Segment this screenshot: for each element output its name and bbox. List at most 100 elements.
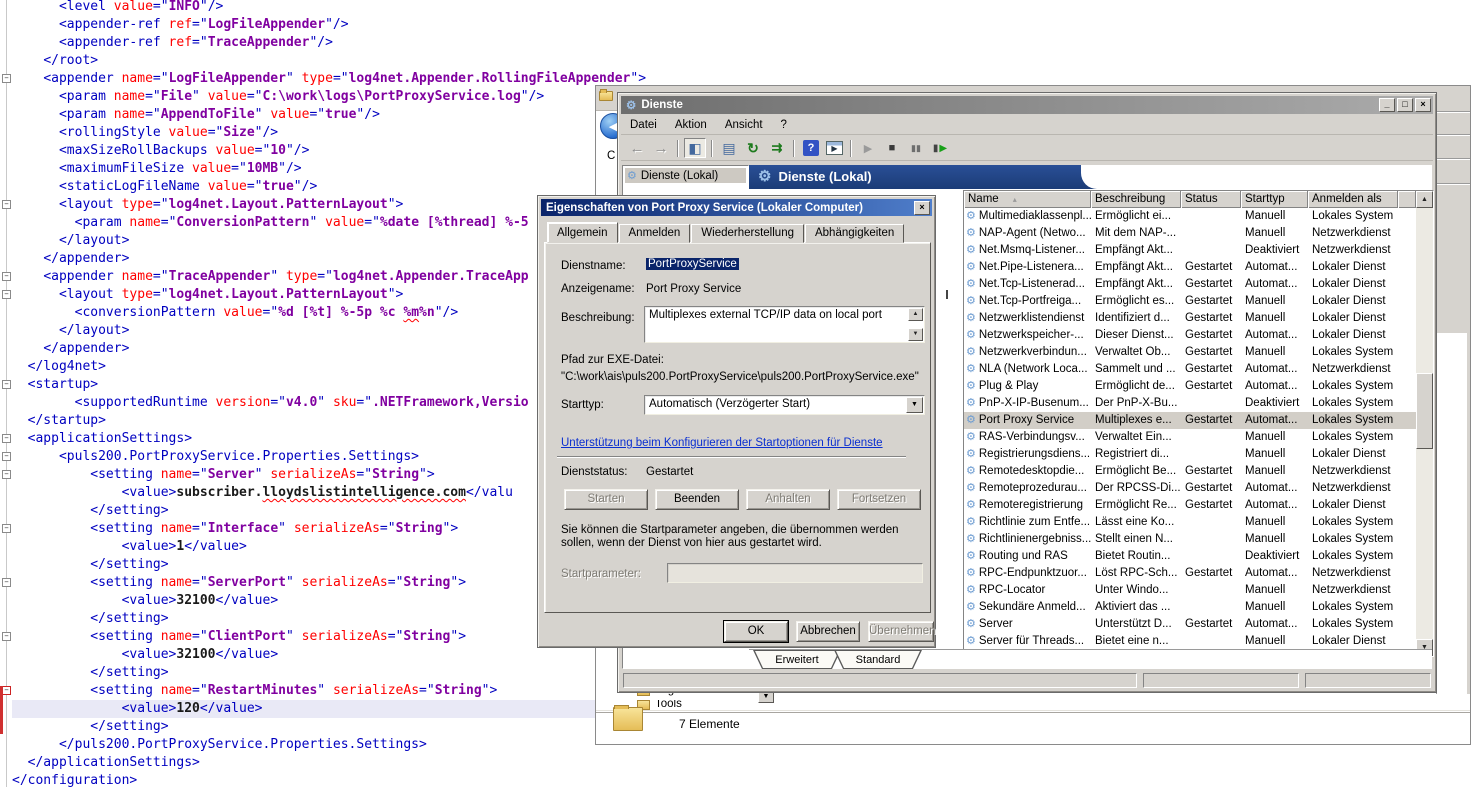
show-tree-icon[interactable]: ◧ [684,138,706,158]
service-row-nap-agent-netwo[interactable]: ⚙NAP-Agent (Netwo...Mit dem NAP-...Manue… [964,225,1433,242]
scroll-down-icon[interactable]: ▼ [908,328,923,341]
dialog-tab-abh-ngigkeiten[interactable]: Abhängigkeiten [805,224,904,243]
code-line: <maxSizeRollBackups value="10"/> [12,142,646,160]
fold-marker-icon[interactable]: − [2,380,11,389]
gear-icon: ⚙ [966,429,976,446]
startparameter-input[interactable] [667,563,923,583]
fold-marker-icon[interactable]: − [2,74,11,83]
service-row-server-f-r-threads[interactable]: ⚙Server für Threads...Bietet eine n...Ma… [964,633,1433,650]
help-icon[interactable]: ? [803,140,819,156]
export-list-icon[interactable]: ⇉ [766,138,788,158]
dialog-tab-allgemein[interactable]: Allgemein [547,222,618,243]
fold-marker-icon[interactable]: − [2,452,11,461]
service-row-richtlinienergebniss[interactable]: ⚙Richtlinienergebniss...Stellt einen N..… [964,531,1433,548]
extended-view-icon[interactable]: ▶ [826,141,843,155]
service-row-remoteregistrierung[interactable]: ⚙RemoteregistrierungErmöglicht Re...Gest… [964,497,1433,514]
scrollbar-thumb[interactable] [1416,373,1433,449]
dialog-titlebar[interactable]: Eigenschaften von Port Proxy Service (Lo… [541,199,932,216]
maximize-button[interactable]: □ [1397,98,1413,112]
column-header-filler[interactable] [1398,191,1416,208]
service-row-server[interactable]: ⚙ServerUnterstützt D...GestartetAutomat.… [964,616,1433,633]
service-row-richtlinie-zum-entfe[interactable]: ⚙Richtlinie zum Entfe...Lässt eine Ko...… [964,514,1433,531]
fold-marker-icon[interactable]: − [2,578,11,587]
table-scrollbar[interactable]: ▲ ▼ [1416,191,1433,656]
pane-splitter[interactable] [946,290,948,299]
dialog-tab-anmelden[interactable]: Anmelden [619,224,691,243]
properties-icon[interactable]: ▤ [718,138,740,158]
service-row-netzwerkverbindun[interactable]: ⚙Netzwerkverbindun...Verwaltet Ob...Gest… [964,344,1433,361]
service-row-routing-und-ras[interactable]: ⚙Routing und RASBietet Routin...Deaktivi… [964,548,1433,565]
menu-item-item[interactable]: ? [772,117,796,133]
service-row-plug-play[interactable]: ⚙Plug & PlayErmöglicht de...GestartetAut… [964,378,1433,395]
scroll-up-icon[interactable]: ▲ [1416,191,1433,208]
button-starten[interactable]: Starten [564,489,648,510]
button-bernehmen[interactable]: Übernehmen [868,621,934,642]
starttyp-dropdown[interactable]: Automatisch (Verzögerter Start) ▼ [644,395,925,415]
pause-service-icon[interactable]: ▮▮ [905,138,927,158]
fold-marker-icon[interactable]: − [2,632,11,641]
fold-marker-icon[interactable]: − [2,272,11,281]
service-row-net-tcp-listenerad[interactable]: ⚙Net.Tcp-Listenerad...Empfängt Akt...Ges… [964,276,1433,293]
fold-marker-icon[interactable]: − [2,434,11,443]
beschreibung-textbox[interactable]: Multiplexes external TCP/IP data on loca… [644,306,925,343]
forward-icon[interactable]: → [650,138,672,158]
fold-marker-icon[interactable]: − [2,290,11,299]
column-header-beschreibung[interactable]: Beschreibung [1091,191,1181,208]
code-line: <appender-ref ref="LogFileAppender"/> [12,16,646,34]
view-tab-standard[interactable]: Standard [834,650,922,669]
table-header[interactable]: Name▴BeschreibungStatusStarttypAnmelden … [964,191,1433,208]
service-row-rpc-locator[interactable]: ⚙RPC-LocatorUnter Windo...ManuellNetzwer… [964,582,1433,599]
minimize-button[interactable]: _ [1379,98,1395,112]
fold-marker-icon[interactable]: − [2,470,11,479]
service-row-net-tcp-portfreiga[interactable]: ⚙Net.Tcp-Portfreiga...Ermöglicht es...Ge… [964,293,1433,310]
button-beenden[interactable]: Beenden [655,489,739,510]
tree-item-dienste-lokal[interactable]: ⚙ Dienste (Lokal) [625,168,746,183]
button-abbrechen[interactable]: Abbrechen [796,621,860,642]
back-icon[interactable]: ← [626,138,648,158]
selected-text[interactable]: PortProxyService [646,258,739,270]
service-row-net-pipe-listenera[interactable]: ⚙Net.Pipe-Listenera...Empfängt Akt...Ges… [964,259,1433,276]
stop-service-icon[interactable]: ■ [881,138,903,158]
close-icon[interactable]: × [914,201,930,215]
service-row-netzwerklistendienst[interactable]: ⚙NetzwerklistendienstIdentifiziert d...G… [964,310,1433,327]
code-line: <rollingStyle value="Size"/> [12,124,646,142]
service-row-pnp-x-ip-busenum[interactable]: ⚙PnP-X-IP-Busenum...Der PnP-X-Bu...Deakt… [964,395,1433,412]
service-row-ras-verbindungsv[interactable]: ⚙RAS-Verbindungsv...Verwaltet Ein...Manu… [964,429,1433,446]
column-header-anmelden-als[interactable]: Anmelden als [1308,191,1398,208]
close-button[interactable]: × [1415,98,1431,112]
services-titlebar[interactable]: ⚙ Dienste _ □ × [621,96,1433,114]
service-row-registrierungsdiens[interactable]: ⚙Registrierungsdiens...Registriert di...… [964,446,1433,463]
view-tab-erweitert[interactable]: Erweitert [753,650,841,669]
dialog-tab-wiederherstellung[interactable]: Wiederherstellung [691,224,804,243]
folder-item[interactable]: Tools [637,700,767,712]
menu-item-aktion[interactable]: Aktion [666,117,716,133]
dienststatus-label: Dienststatus: [561,466,627,478]
gear-icon: ⚙ [966,276,976,293]
service-row-nla-network-loca[interactable]: ⚙NLA (Network Loca...Sammelt und ...Gest… [964,361,1433,378]
fold-marker-icon[interactable]: − [2,524,11,533]
scroll-up-icon[interactable]: ▲ [908,308,923,321]
column-header-starttyp[interactable]: Starttyp [1241,191,1308,208]
service-row-port-proxy-service[interactable]: ⚙Port Proxy ServiceMultiplexes e...Gesta… [964,412,1433,429]
service-row-net-msmq-listener[interactable]: ⚙Net.Msmq-Listener...Empfängt Akt...Deak… [964,242,1433,259]
button-anhalten[interactable]: Anhalten [746,489,830,510]
restart-service-icon[interactable]: ▮▶ [929,138,951,158]
service-row-netzwerkspeicher[interactable]: ⚙Netzwerkspeicher-...Dieser Dienst...Ges… [964,327,1433,344]
menu-item-ansicht[interactable]: Ansicht [716,117,772,133]
service-row-sekund-re-anmeld[interactable]: ⚙Sekundäre Anmeld...Aktiviert das ...Man… [964,599,1433,616]
menu-item-datei[interactable]: Datei [621,117,666,133]
chevron-down-icon[interactable]: ▼ [906,397,923,413]
refresh-icon[interactable]: ↻ [742,138,764,158]
start-service-icon[interactable]: ▶ [857,138,879,158]
fold-marker-icon[interactable]: − [2,200,11,209]
column-header-name[interactable]: Name▴ [964,191,1091,208]
button-ok[interactable]: OK [724,621,788,642]
startoptionen-link[interactable]: Unterstützung beim Konfigurieren der Sta… [561,437,883,449]
button-fortsetzen[interactable]: Fortsetzen [837,489,921,510]
service-row-rpc-endpunktzuor[interactable]: ⚙RPC-Endpunktzuor...Löst RPC-Sch...Gesta… [964,565,1433,582]
service-row-remoteprozedurau[interactable]: ⚙Remoteprozedurau...Der RPCSS-Di...Gesta… [964,480,1433,497]
service-row-multimediaklassenpl[interactable]: ⚙Multimediaklassenpl...Ermöglicht ei...M… [964,208,1433,225]
fold-marker-icon[interactable]: − [2,686,11,695]
service-row-remotedesktopdie[interactable]: ⚙Remotedesktopdie...Ermöglicht Be...Gest… [964,463,1433,480]
column-header-status[interactable]: Status [1181,191,1241,208]
